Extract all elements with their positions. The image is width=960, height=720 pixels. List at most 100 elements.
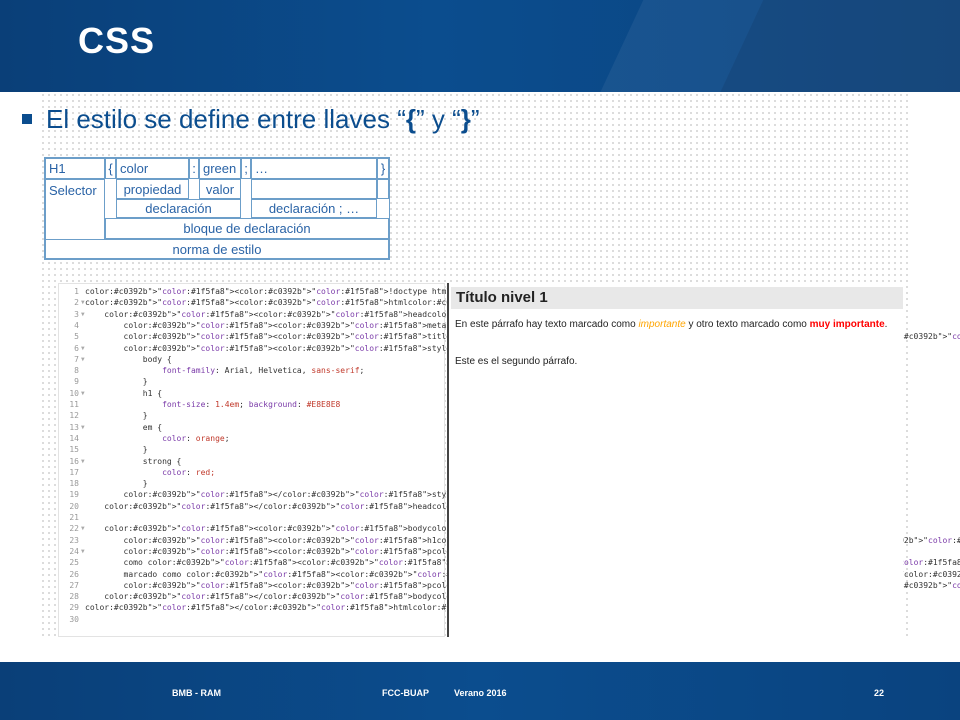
code-text: font-size: 1.4em; background: #E8E8E8 [162,400,341,409]
selector-cell: Selector [45,179,105,240]
code-line: 14 color: orange; [59,433,446,444]
code-line: 22 ▼ color:#c0392b">"color:#1f5fa8"><colo… [59,523,581,534]
line-number: 16 [69,456,79,466]
code-line: 12 } [59,410,446,421]
line-number: 3 [74,309,79,319]
colon-cell: : [189,158,199,179]
line-number: 26 [69,569,79,579]
slide: CSS El estilo se define entre llaves “{”… [0,0,960,720]
line-number: 5 [74,332,79,342]
code-line: 11 font-size: 1.4em; background: #E8E8E8 [59,399,446,410]
line-number: 11 [69,400,79,409]
declaracion-cell-2: declaración ; … [251,199,377,218]
code-editor-panel: 1 color:#c0392b">"color:#1f5fa8"><color:#… [58,283,960,637]
code-line: 8 font-family: Arial, Helvetica, sans-se… [59,365,446,376]
preview-strong: muy importante [809,319,885,330]
bloque-cell: bloque de declaración [105,218,389,239]
footer-page-number: 22 [874,688,885,698]
open-brace-cell: { [105,158,116,179]
line-number: 13 [69,422,79,432]
preview-paragraph-1: En este párrafo hay texto marcado como i… [455,319,888,330]
norma-cell: norma de estilo [45,239,389,259]
line-number: 23 [69,535,79,545]
empty-cell [251,179,377,199]
code-text: } [85,445,148,455]
green-cell: green [199,158,241,179]
code-line: 16 ▼ strong { [59,456,446,467]
footer-term: Verano 2016 [454,688,507,698]
code-line: 19 color:#c0392b">"color:#1f5fa8"></colo… [59,489,610,500]
code-line: 28 color:#c0392b">"color:#1f5fa8"></colo… [59,591,586,602]
square-bullet-icon [22,114,32,124]
code-line: 30 [59,614,446,625]
line-number: 4 [74,320,79,330]
footer-institution: FCC-BUAP [382,688,429,698]
footer-author: BMB - RAM [172,688,221,698]
line-number: 20 [69,501,79,511]
line-number: 10 [69,388,79,398]
code-line: 24 ▼ color:#c0392b">"color:#1f5fa8"><colo… [59,546,778,557]
line-number: 28 [69,592,79,602]
code-line: 3 ▼ color:#c0392b">"color:#1f5fa8"><color… [59,309,581,320]
code-text: em { [85,422,163,432]
ellipsis-cell: … [251,158,377,179]
h1-cell: H1 [45,158,105,179]
code-line: 13 ▼ em { [59,422,446,433]
css-syntax-diagram: H1 { color : green ; … } Selector propie… [44,157,390,260]
line-number: 2 [74,298,79,308]
code-text: strong { [85,456,182,466]
code-text: body { [85,354,172,364]
code-line: 26 marcado como color:#c0392b">"color:#1… [59,569,960,580]
code-line: 17 color: red; [59,467,446,478]
line-number: 22 [69,524,79,534]
browser-preview-panel: Título nivel 1 En este párrafo hay texto… [447,283,903,637]
code-line: 4 color:#c0392b">"color:#1f5fa8"><color:… [59,320,750,331]
preview-paragraph-2: Este es el segundo párrafo. [455,356,578,367]
code-line: 5 color:#c0392b">"color:#1f5fa8"><color:… [59,331,960,342]
code-line: 21 [59,512,446,523]
line-number: 9 [74,377,79,387]
line-number: 19 [69,490,79,500]
code-text: color: orange; [162,433,230,443]
line-number: 27 [69,580,79,590]
propiedad-cell: propiedad [116,179,189,199]
line-number: 7 [74,354,79,364]
code-text: font-family: Arial, Helvetica, sans-seri… [162,366,365,376]
line-number: 14 [69,433,79,443]
code-text: } [85,411,148,421]
close-brace-cell: } [377,158,389,179]
code-line: 1 color:#c0392b">"color:#1f5fa8"><color:#… [59,286,605,297]
semicolon-cell: ; [241,158,251,179]
preview-em: importante [638,319,686,330]
line-number: 1 [74,287,79,296]
code-line: 9 } [59,376,446,387]
line-number: 30 [69,614,79,624]
line-number: 25 [69,558,79,568]
line-number: 29 [69,603,79,613]
line-number: 24 [69,546,79,556]
line-number: 12 [69,411,79,421]
code-line: 10 ▼ h1 { [59,388,446,399]
code-line: 2 ▼ color:#c0392b">"color:#1f5fa8"><color:… [59,297,562,308]
line-number: 17 [69,467,79,477]
color-cell: color [116,158,189,179]
declaracion-cell-1: declaración [116,199,241,218]
code-text: color: red; [162,467,216,477]
code-line: 29 color:#c0392b">"color:#1f5fa8"></color… [59,602,566,613]
valor-cell: valor [199,179,241,199]
code-line: 15 } [59,444,446,455]
code-text: } [85,377,148,387]
line-number: 15 [69,445,79,455]
code-line: 27 color:#c0392b">"color:#1f5fa8"><color… [59,580,960,591]
slide-title: CSS [78,20,156,61]
code-line: 7 ▼ body { [59,354,446,365]
code-line: 23 color:#c0392b">"color:#1f5fa8"><color… [59,535,960,546]
code-line: 18 } [59,478,446,489]
code-line: 25 como color:#c0392b">"color:#1f5fa8"><… [59,557,960,568]
line-number: 21 [69,513,79,522]
code-line: 6 ▼ color:#c0392b">"color:#1f5fa8"><color… [59,343,754,354]
code-text: h1 { [85,388,163,398]
bullet-text: El estilo se define entre llaves “{” y “… [22,104,480,135]
line-number: 6 [74,343,79,353]
line-number: 8 [74,366,79,376]
